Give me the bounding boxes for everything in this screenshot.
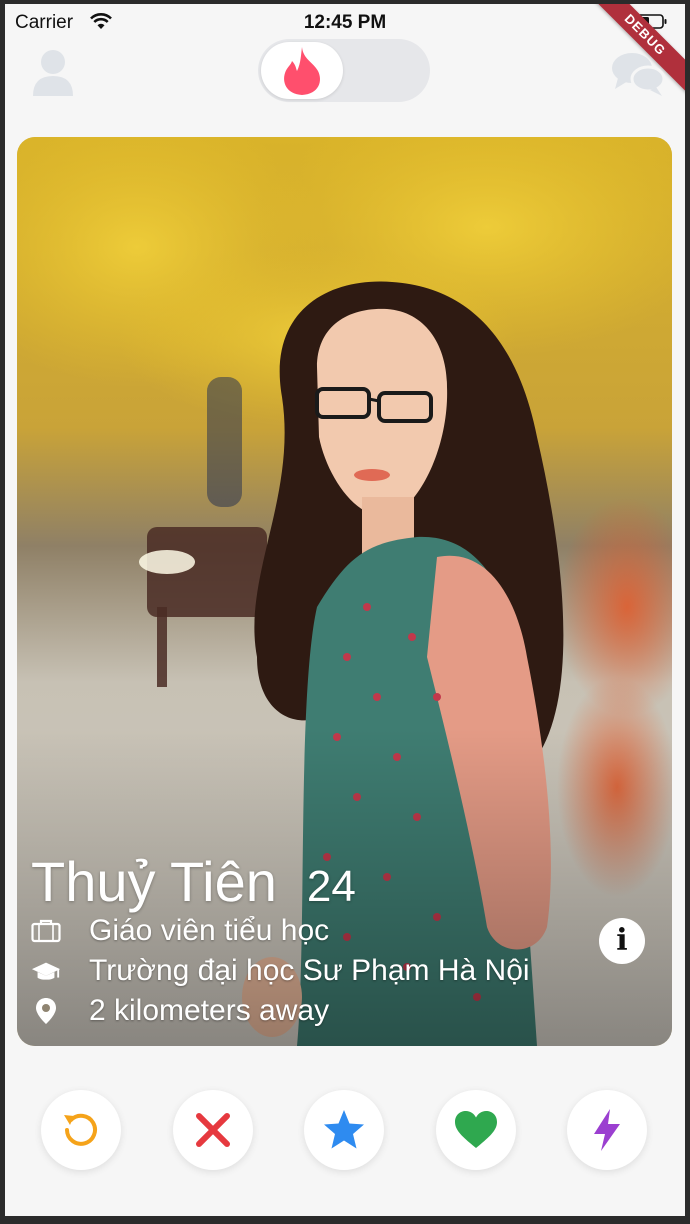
profile-age: 24 <box>306 862 356 911</box>
app-screen: Carrier 12:45 PM DEBUG Thuỷ Tiên 24 Giáo… <box>5 4 685 1216</box>
like-button[interactable] <box>436 1090 516 1170</box>
close-icon <box>196 1113 230 1147</box>
star-icon <box>324 1110 364 1149</box>
mode-toggle[interactable] <box>258 39 430 102</box>
profile-distance: 2 kilometers away <box>89 994 330 1027</box>
lightning-icon <box>594 1109 620 1151</box>
school-row: Trường đại học Sư Phạm Hà Nội <box>31 951 651 991</box>
super-like-button[interactable] <box>304 1090 384 1170</box>
boost-button[interactable] <box>567 1090 647 1170</box>
profile-name: Thuỷ Tiên <box>31 850 277 913</box>
toggle-knob[interactable] <box>261 42 343 99</box>
profile-job: Giáo viên tiểu học <box>89 914 330 947</box>
flame-icon <box>284 46 321 95</box>
job-row: Giáo viên tiểu học <box>31 911 651 951</box>
rewind-icon <box>64 1113 97 1146</box>
messages-icon[interactable] <box>608 48 668 100</box>
status-bar: Carrier 12:45 PM DEBUG <box>5 4 685 100</box>
briefcase-icon <box>31 916 61 946</box>
profile-icon[interactable] <box>29 46 77 98</box>
graduation-cap-icon <box>31 956 61 986</box>
rewind-button[interactable] <box>41 1090 121 1170</box>
action-bar <box>5 1090 685 1170</box>
name-row: Thuỷ Tiên 24 <box>31 849 651 913</box>
profile-info: Thuỷ Tiên 24 Giáo viên tiểu học Trường đ… <box>31 849 651 1031</box>
location-pin-icon <box>31 996 61 1026</box>
profile-school: Trường đại học Sư Phạm Hà Nội <box>89 954 530 987</box>
status-time: 12:45 PM <box>303 12 387 33</box>
info-button[interactable]: i <box>599 918 645 964</box>
heart-icon <box>455 1111 497 1148</box>
distance-row: 2 kilometers away <box>31 991 651 1031</box>
nope-button[interactable] <box>173 1090 253 1170</box>
profile-card[interactable]: Thuỷ Tiên 24 Giáo viên tiểu học Trường đ… <box>17 137 672 1046</box>
